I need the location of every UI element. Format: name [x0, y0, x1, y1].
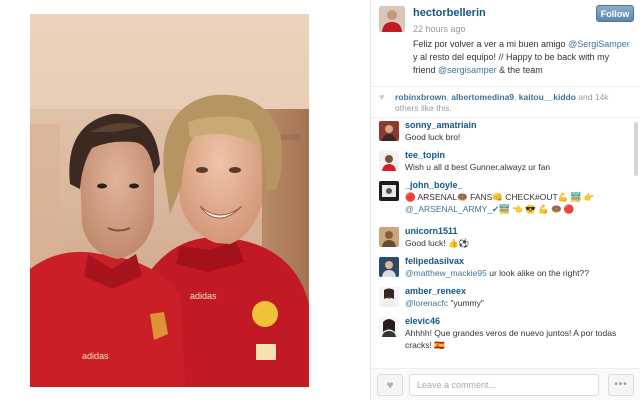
comment-item: tee_topin Wish u all d best Gunner,alway… — [371, 148, 640, 178]
comment-item: elevic46 Ahhhh! Que grandes veros de nue… — [371, 314, 640, 352]
photo-pane: adidas adidas — [0, 0, 370, 400]
svg-text:adidas: adidas — [190, 291, 217, 301]
heart-icon: ♥ — [386, 378, 394, 392]
comment-footer: ♥ ••• — [371, 368, 640, 400]
scrollbar-thumb[interactable] — [634, 122, 638, 176]
avatar-image — [379, 257, 399, 277]
commenter-username[interactable]: amber_reneex — [405, 284, 640, 297]
likes-and: and — [575, 92, 595, 102]
avatar-image — [379, 181, 399, 201]
commenter-avatar[interactable] — [379, 227, 399, 247]
commenter-avatar[interactable] — [379, 181, 399, 201]
comment-text: cracks! 🇪🇸 — [405, 340, 445, 350]
commenter-username[interactable]: elevic46 — [405, 314, 640, 327]
comment-text: Ahhhh! Que grandes veros de nuevo juntos… — [405, 328, 617, 338]
comment-item: unicorn1511 Good luck! 👍⚽ — [371, 224, 640, 254]
commenter-username[interactable]: felipedasilvax — [405, 254, 640, 267]
comment-mention[interactable]: @matthew_mackie95 — [405, 268, 487, 278]
commenter-avatar[interactable] — [379, 121, 399, 141]
like-button[interactable]: ♥ — [377, 374, 403, 396]
avatar-image — [379, 287, 399, 307]
comment-input[interactable] — [409, 374, 599, 396]
selfie-image: adidas adidas — [30, 14, 309, 387]
commenter-avatar[interactable] — [379, 287, 399, 307]
likes-suffix: others like this. — [395, 103, 452, 113]
comment-text-body: "yummy" — [448, 298, 484, 308]
likes-summary: ♥ robinxbrown, albertomedina9, kaitou__k… — [371, 86, 640, 118]
heart-icon: ♥ — [379, 92, 385, 102]
comment-text[interactable]: @_ARSENAL_ARMY_✔🚟 👈 😎 💪 🍩 🔴 — [405, 203, 640, 215]
commenter-username[interactable]: _john_boyle_ — [405, 178, 640, 191]
caption-mention[interactable]: @SergiSamper — [568, 39, 630, 49]
liker-link[interactable]: albertomedina9 — [451, 92, 514, 102]
comment-text: @matthew_mackie95 ur look alike on the r… — [405, 267, 640, 279]
more-options-button[interactable]: ••• — [608, 374, 634, 396]
avatar-image — [379, 121, 399, 141]
comment-item: _john_boyle_ 🔴 ARSENAL🍩 FANS👊 CHECK#OUT💪… — [371, 178, 640, 224]
likes-count[interactable]: 14k — [595, 92, 609, 102]
commenter-avatar[interactable] — [379, 317, 399, 337]
comment-text-body: ur look alike on the right?? — [486, 268, 589, 278]
post-caption: Feliz por volver a ver a mi buen amigo @… — [413, 38, 633, 77]
comment-item: felipedasilvax @matthew_mackie95 ur look… — [371, 254, 640, 284]
avatar-image — [379, 151, 399, 171]
comment-item: sonny_amatriain Good luck bro! — [371, 118, 640, 148]
commenter-avatar[interactable] — [379, 151, 399, 171]
post-header: hectorbellerin 22 hours ago Follow Feliz… — [371, 0, 640, 86]
instagram-post-view: adidas adidas hectorbellerin 22 hours ag… — [0, 0, 640, 400]
post-details-panel: hectorbellerin 22 hours ago Follow Feliz… — [370, 0, 640, 400]
comment-text: Good luck bro! — [405, 132, 461, 142]
user-avatar[interactable] — [379, 6, 405, 32]
post-timestamp: 22 hours ago — [413, 24, 466, 34]
comment-list[interactable]: sonny_amatriain Good luck bro! tee_topin… — [371, 118, 640, 352]
avatar-image — [379, 227, 399, 247]
caption-text: & the team — [496, 65, 543, 75]
commenter-username[interactable]: tee_topin — [405, 148, 640, 161]
liker-link[interactable]: robinxbrown — [395, 92, 446, 102]
comment-text: 🔴 ARSENAL🍩 FANS👊 CHECK#OUT💪 🚟 👉 — [405, 192, 595, 202]
commenter-username[interactable]: unicorn1511 — [405, 224, 640, 237]
post-photo[interactable]: adidas adidas — [30, 14, 309, 387]
avatar-image — [379, 317, 399, 337]
post-username[interactable]: hectorbellerin — [413, 7, 486, 19]
liker-link[interactable]: kaitou__kiddo — [519, 92, 576, 102]
follow-button[interactable]: Follow — [596, 5, 634, 22]
commenter-username[interactable]: sonny_amatriain — [405, 118, 640, 131]
commenter-avatar[interactable] — [379, 257, 399, 277]
caption-mention[interactable]: @sergisamper — [438, 65, 497, 75]
comment-mention[interactable]: @lorenacfc — [405, 298, 448, 308]
comment-text: Wish u all d best Gunner,alwayz ur fan — [405, 162, 551, 172]
avatar-image — [379, 6, 405, 32]
comment-text: Good luck! 👍⚽ — [405, 238, 470, 248]
caption-text: Feliz por volver a ver a mi buen amigo — [413, 39, 569, 49]
comment-item: amber_reneex @lorenacfc "yummy" — [371, 284, 640, 314]
svg-text:adidas: adidas — [82, 351, 109, 361]
comment-text: @lorenacfc "yummy" — [405, 297, 640, 309]
